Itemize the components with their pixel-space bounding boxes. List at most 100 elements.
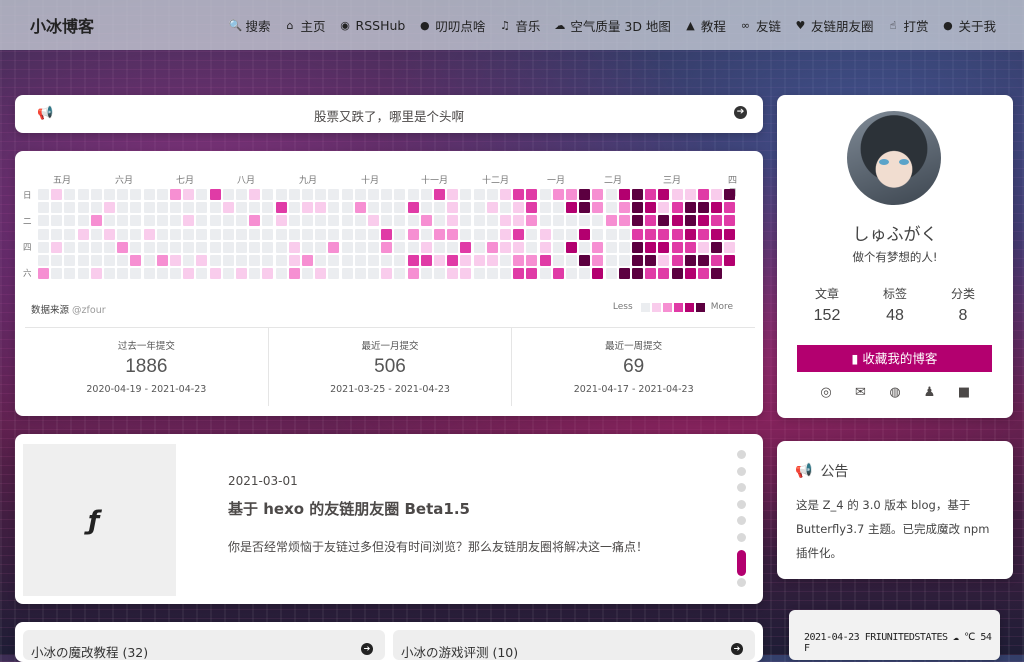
pagination-dot[interactable] <box>737 467 746 476</box>
contribution-cell[interactable] <box>539 241 551 253</box>
contribution-cell[interactable] <box>51 189 63 200</box>
contribution-cell[interactable] <box>341 255 353 266</box>
contribution-cell[interactable] <box>500 241 511 253</box>
contribution-cell[interactable] <box>632 255 643 266</box>
contribution-cell[interactable] <box>77 215 89 227</box>
contribution-cell[interactable] <box>222 189 234 200</box>
contribution-cell[interactable] <box>236 202 247 214</box>
contribution-cell[interactable] <box>222 268 234 280</box>
contribution-cell[interactable] <box>236 189 247 200</box>
contribution-cell[interactable] <box>460 189 472 200</box>
contribution-cell[interactable] <box>183 228 195 240</box>
contribution-cell[interactable] <box>130 228 142 240</box>
contribution-cell[interactable] <box>209 189 221 200</box>
contribution-cell[interactable] <box>249 189 261 200</box>
contribution-cell[interactable] <box>143 228 155 240</box>
contribution-cell[interactable] <box>539 215 551 227</box>
contribution-cell[interactable] <box>724 215 736 227</box>
contribution-cell[interactable] <box>183 189 195 200</box>
contribution-cell[interactable] <box>222 228 234 240</box>
contribution-cell[interactable] <box>288 228 300 240</box>
contribution-cell[interactable] <box>526 228 538 240</box>
contribution-cell[interactable] <box>354 215 366 227</box>
contribution-cell[interactable] <box>236 215 247 227</box>
contribution-cell[interactable] <box>645 228 657 240</box>
contribution-cell[interactable] <box>38 215 49 227</box>
contribution-cell[interactable] <box>236 228 247 240</box>
contribution-cell[interactable] <box>566 189 577 200</box>
contribution-cell[interactable] <box>90 255 102 266</box>
site-data-articles[interactable]: 文章 152 <box>797 285 857 325</box>
contribution-cell[interactable] <box>434 189 445 200</box>
pagination-dot[interactable] <box>737 450 746 459</box>
contribution-cell[interactable] <box>315 268 327 280</box>
contribution-cell[interactable] <box>486 228 498 240</box>
contribution-cell[interactable] <box>394 268 406 280</box>
contribution-cell[interactable] <box>104 202 115 214</box>
contribution-cell[interactable] <box>671 228 683 240</box>
contribution-cell[interactable] <box>671 189 683 200</box>
contribution-cell[interactable] <box>566 255 577 266</box>
contribution-cell[interactable] <box>368 268 379 280</box>
contribution-cell[interactable] <box>354 268 366 280</box>
contribution-cell[interactable] <box>579 228 591 240</box>
contribution-cell[interactable] <box>658 215 670 227</box>
contribution-cell[interactable] <box>209 202 221 214</box>
contribution-cell[interactable] <box>117 202 129 214</box>
contribution-cell[interactable] <box>698 215 709 227</box>
contribution-cell[interactable] <box>605 215 617 227</box>
contribution-cell[interactable] <box>724 202 736 214</box>
contribution-cell[interactable] <box>684 268 696 280</box>
contribution-cell[interactable] <box>104 189 115 200</box>
pagination-dot[interactable] <box>737 483 746 492</box>
contribution-cell[interactable] <box>447 268 459 280</box>
contribution-cell[interactable] <box>262 189 274 200</box>
contribution-cell[interactable] <box>645 202 657 214</box>
contribution-cell[interactable] <box>170 189 181 200</box>
contribution-cell[interactable] <box>407 241 419 253</box>
contribution-cell[interactable] <box>605 228 617 240</box>
contribution-cell[interactable] <box>143 241 155 253</box>
contribution-cell[interactable] <box>632 241 643 253</box>
contribution-cell[interactable] <box>341 215 353 227</box>
contribution-cell[interactable] <box>698 268 709 280</box>
contribution-cell[interactable] <box>513 268 525 280</box>
contribution-cell[interactable] <box>407 268 419 280</box>
contribution-cell[interactable] <box>275 215 287 227</box>
contribution-cell[interactable] <box>420 241 432 253</box>
contribution-cell[interactable] <box>222 255 234 266</box>
menu-item[interactable]: ☁ 空气质量 3D 地图 <box>553 16 671 35</box>
contribution-cell[interactable] <box>592 241 604 253</box>
contribution-cell[interactable] <box>222 202 234 214</box>
contribution-cell[interactable] <box>420 255 432 266</box>
contribution-cell[interactable] <box>249 215 261 227</box>
contribution-cell[interactable] <box>275 202 287 214</box>
contribution-cell[interactable] <box>368 255 379 266</box>
contribution-cell[interactable] <box>394 228 406 240</box>
contribution-cell[interactable] <box>671 215 683 227</box>
menu-item[interactable]: ▲ 教程 <box>684 16 726 35</box>
contribution-cell[interactable] <box>420 215 432 227</box>
contribution-cell[interactable] <box>500 228 511 240</box>
contribution-cell[interactable] <box>130 241 142 253</box>
pagination-dot-active[interactable] <box>737 550 746 576</box>
contribution-cell[interactable] <box>394 215 406 227</box>
contribution-cell[interactable] <box>196 268 208 280</box>
contribution-cell[interactable] <box>460 228 472 240</box>
menu-item[interactable]: ♥ 友链朋友圈 <box>794 16 874 35</box>
contribution-cell[interactable] <box>90 189 102 200</box>
contribution-cell[interactable] <box>262 215 274 227</box>
contribution-cell[interactable] <box>420 202 432 214</box>
post-thumbnail[interactable]: ƒ <box>23 444 176 596</box>
contribution-cell[interactable] <box>434 255 445 266</box>
contribution-cell[interactable] <box>341 268 353 280</box>
contribution-cell[interactable] <box>341 189 353 200</box>
qq-icon[interactable]: ♟ <box>921 385 939 401</box>
contribution-cell[interactable] <box>51 255 63 266</box>
contribution-cell[interactable] <box>38 189 49 200</box>
contribution-cell[interactable] <box>671 255 683 266</box>
contribution-cell[interactable] <box>288 241 300 253</box>
arrow-right-icon[interactable]: ➔ <box>361 643 373 655</box>
contribution-cell[interactable] <box>513 228 525 240</box>
contribution-cell[interactable] <box>420 189 432 200</box>
